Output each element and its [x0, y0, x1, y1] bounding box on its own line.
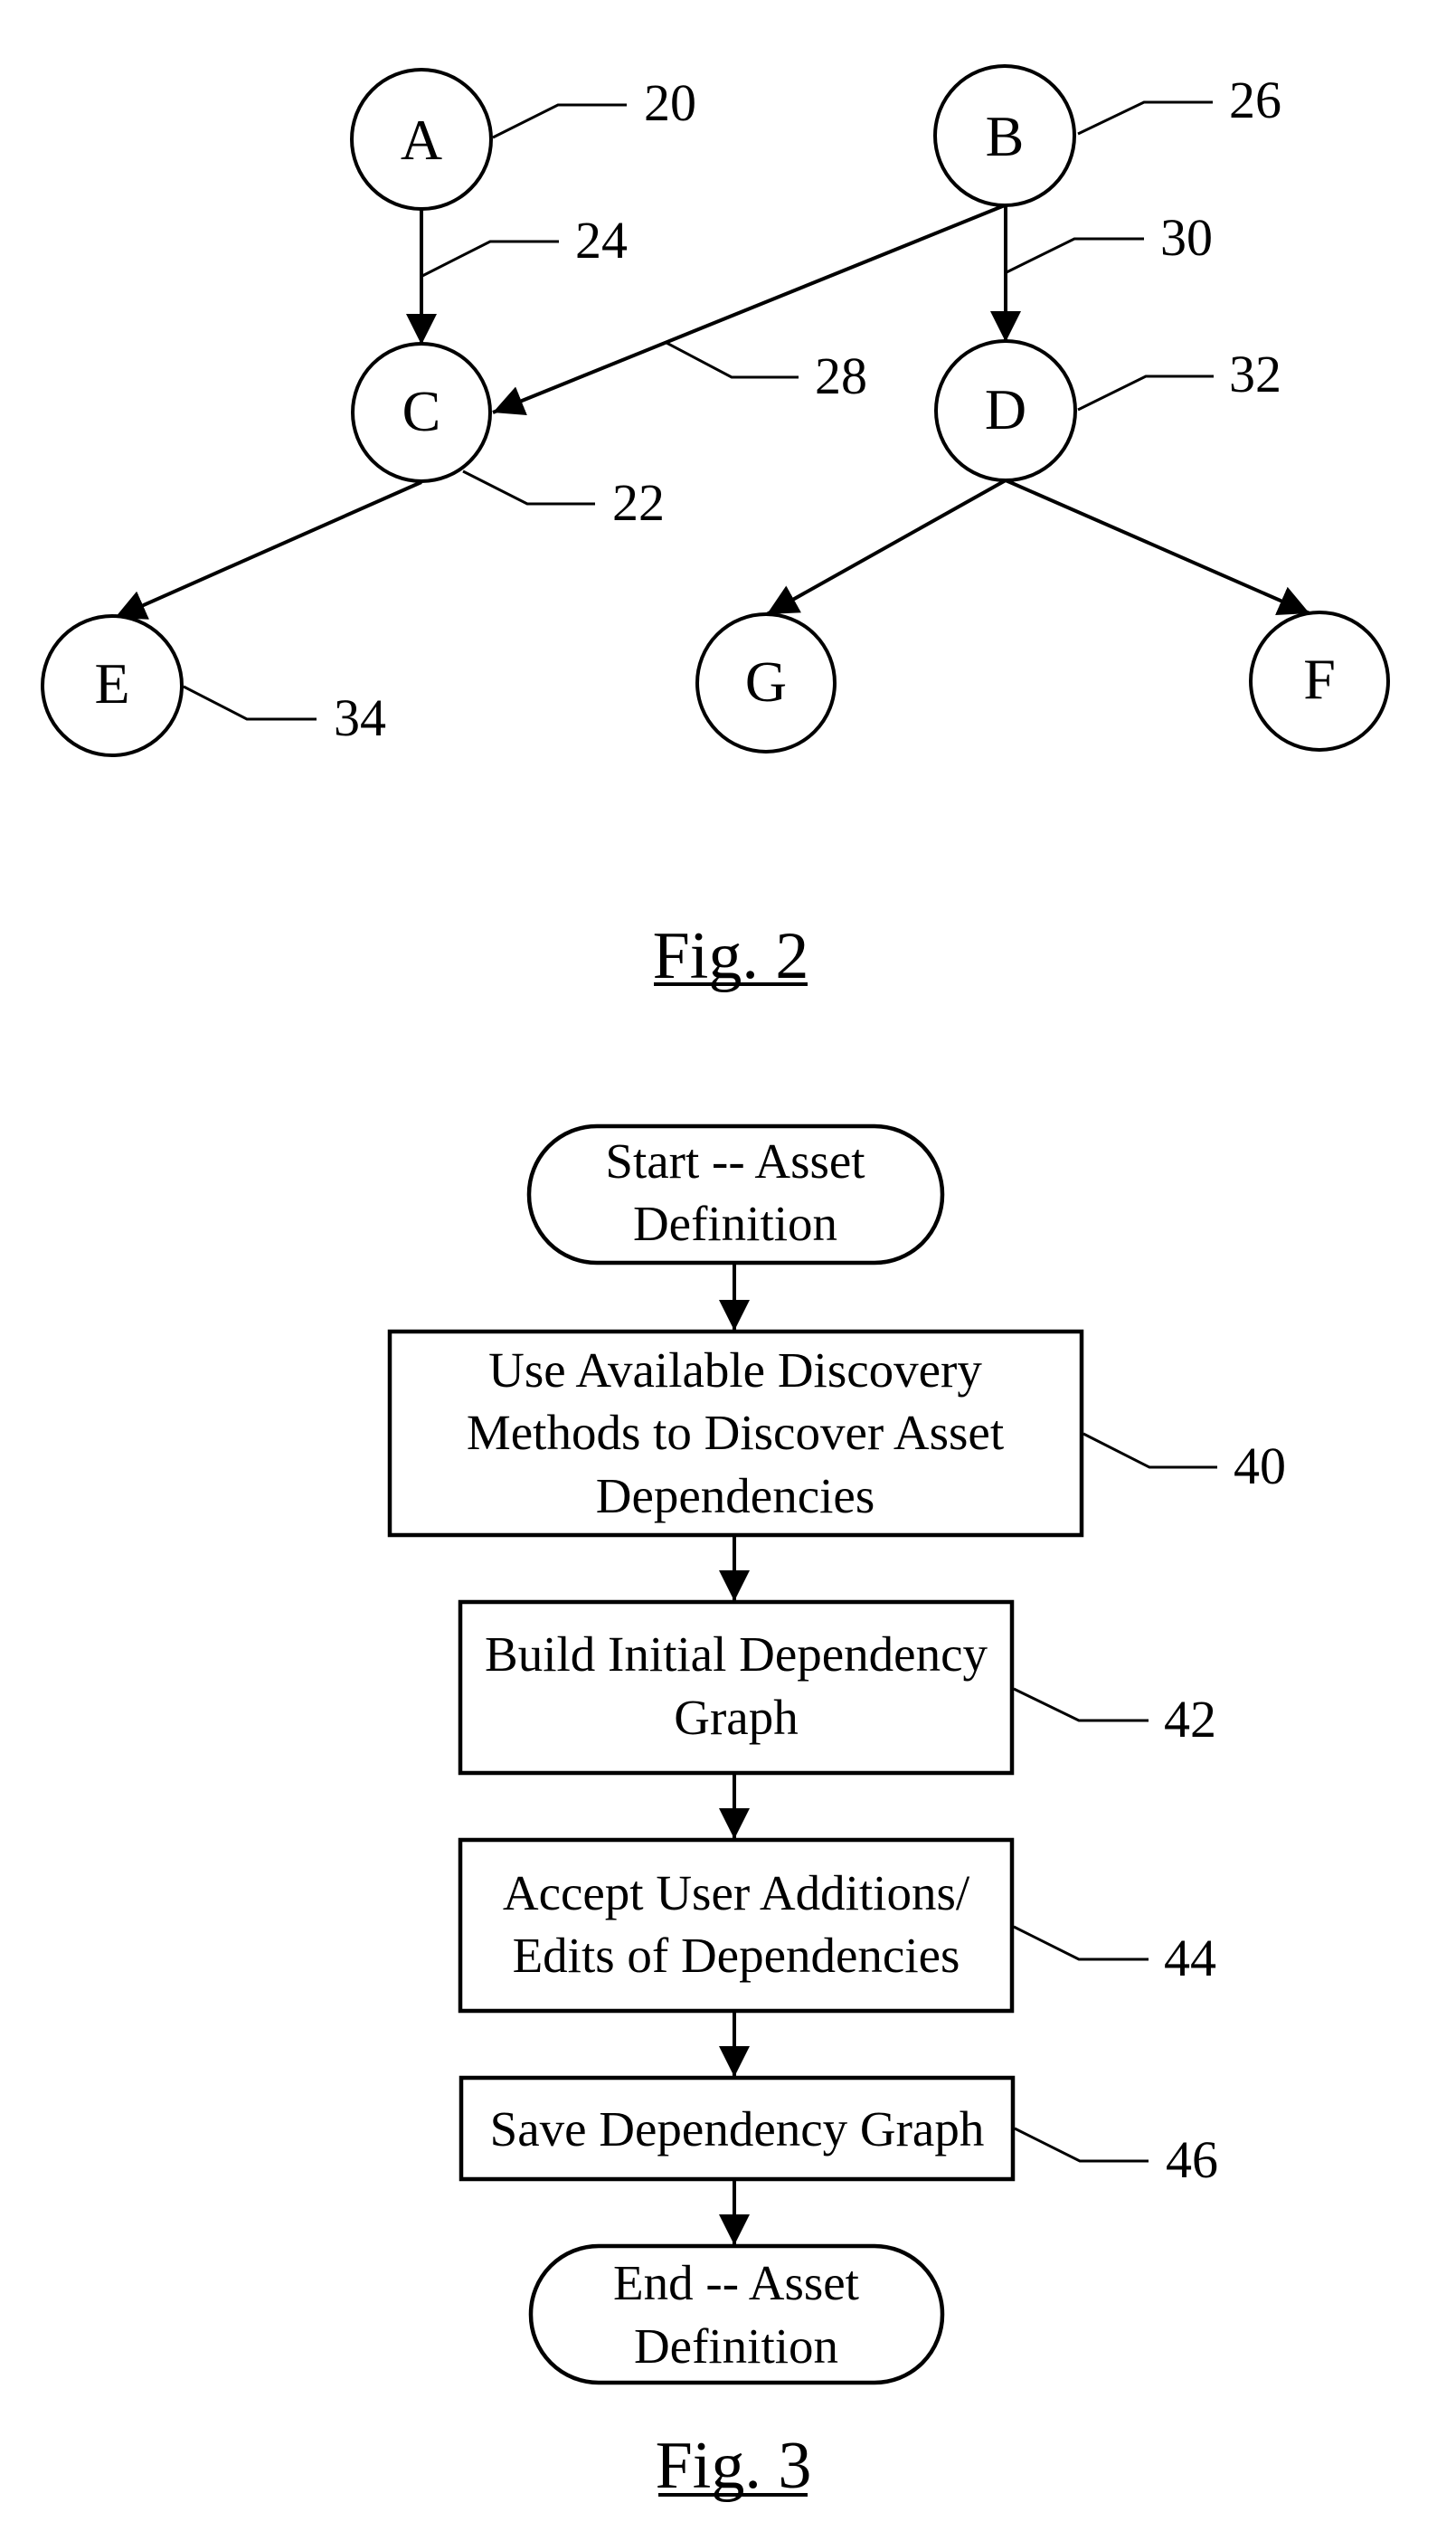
step-42-line-2: Graph	[674, 1690, 798, 1745]
ref-34: 34	[183, 685, 386, 747]
edge-b-to-c	[492, 204, 1006, 416]
edge-d-to-f	[1005, 479, 1310, 615]
node-f-label: F	[1303, 647, 1336, 711]
node-c-label: C	[402, 379, 441, 443]
ref-34-label: 34	[334, 688, 386, 747]
ref-40: 40	[1083, 1432, 1286, 1495]
ref-26-label: 26	[1229, 71, 1281, 129]
ref-46-label: 46	[1166, 2130, 1218, 2189]
ref-40-label: 40	[1234, 1436, 1286, 1495]
node-f: F	[1249, 611, 1390, 752]
ref-42-label: 42	[1164, 1690, 1216, 1749]
step-44-line-2: Edits of Dependencies	[513, 1928, 960, 1983]
node-e-label: E	[94, 651, 129, 716]
ref-32: 32	[1077, 345, 1281, 412]
step-46-box: Save Dependency Graph	[459, 2075, 1016, 2182]
ref-44-label: 44	[1164, 1929, 1216, 1987]
step-46-line-1: Save Dependency Graph	[490, 2101, 985, 2157]
node-e: E	[41, 614, 184, 757]
start-text-line-1: Start -- Asset	[605, 1133, 865, 1189]
ref-24-label: 24	[575, 211, 628, 270]
step-40-line-3: Dependencies	[596, 1468, 875, 1523]
ref-26: 26	[1077, 71, 1281, 136]
ref-20: 20	[492, 73, 696, 139]
ref-44: 44	[1013, 1925, 1216, 1987]
step-40-line-1: Use Available Discovery	[488, 1342, 982, 1398]
step-40-box: Use Available Discovery Methods to Disco…	[387, 1329, 1084, 1538]
node-a-label: A	[401, 108, 442, 172]
end-line-2: Definition	[634, 2318, 838, 2374]
node-d: D	[934, 339, 1077, 482]
step-42-box: Build Initial Dependency Graph	[458, 1599, 1015, 1776]
ref-42: 42	[1013, 1687, 1216, 1749]
fig-2-caption-text: Fig. 2	[653, 919, 809, 993]
node-b: B	[933, 64, 1076, 207]
node-d-label: D	[985, 377, 1026, 441]
step-44-line-1: Accept User Additions/	[503, 1865, 970, 1920]
step-40-line-2: Methods to Discover Asset	[467, 1405, 1004, 1460]
start-terminator: Start -- Asset Definition	[526, 1123, 945, 1266]
ref-28: 28	[666, 341, 867, 405]
node-b-label: B	[986, 104, 1025, 168]
step-44-box: Accept User Additions/ Edits of Dependen…	[458, 1837, 1015, 2014]
node-c: C	[351, 342, 492, 483]
ref-22-label: 22	[612, 473, 665, 532]
ref-30-label: 30	[1160, 208, 1213, 267]
ref-24: 24	[421, 211, 628, 278]
ref-28-label: 28	[815, 346, 867, 405]
ref-30: 30	[1006, 208, 1213, 274]
fig-3-caption-text: Fig. 3	[656, 2429, 812, 2503]
figure-2-dependency-graph: A B C D E G F 20 24 26 30 28 32 22 34 Fi…	[41, 64, 1390, 993]
patent-drawing-sheet: A B C D E G F 20 24 26 30 28 32 22 34 Fi…	[41, 64, 1390, 2503]
start-text-line-2: Definition	[633, 1196, 837, 1251]
ref-20-label: 20	[644, 73, 696, 132]
ref-46: 46	[1014, 2127, 1218, 2189]
step-42-line-1: Build Initial Dependency	[485, 1626, 988, 1682]
edge-d-to-g	[766, 479, 1007, 616]
node-a: A	[350, 68, 493, 211]
node-g: G	[695, 612, 837, 754]
end-terminator: End -- Asset Definition	[528, 2243, 945, 2385]
node-g-label: G	[745, 649, 787, 714]
figure-3-caption: Fig. 3	[656, 2429, 812, 2503]
figure-2-caption: Fig. 2	[653, 919, 809, 993]
figure-3-flowchart: Start -- Asset Definition Use Available D…	[387, 1123, 1286, 2503]
end-line-1: End -- Asset	[613, 2255, 859, 2310]
ref-32-label: 32	[1229, 345, 1281, 403]
ref-22: 22	[462, 469, 665, 532]
edge-c-to-e	[114, 480, 422, 620]
